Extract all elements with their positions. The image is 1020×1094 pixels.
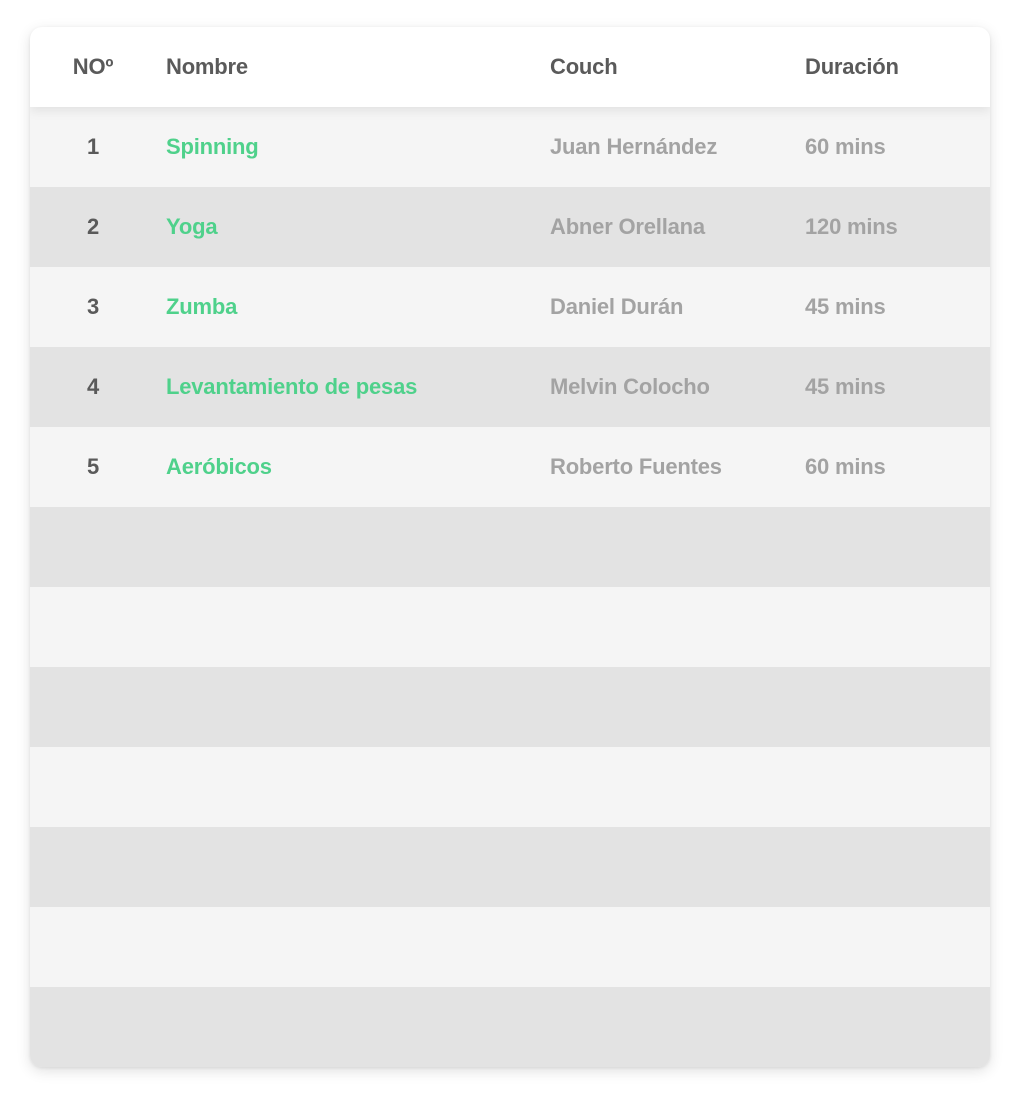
table-row[interactable]: 5 Aeróbicos Roberto Fuentes 60 mins <box>30 427 990 507</box>
row-coach: Abner Orellana <box>550 214 705 239</box>
table-row[interactable]: 1 Spinning Juan Hernández 60 mins <box>30 107 990 187</box>
empty-row <box>30 507 990 587</box>
row-number: 5 <box>86 454 100 479</box>
row-number: 3 <box>86 294 100 319</box>
header-number: NOº <box>72 54 114 79</box>
empty-row <box>30 667 990 747</box>
class-name-link[interactable]: Spinning <box>166 107 259 187</box>
empty-row <box>30 987 990 1067</box>
table-header: NOº Nombre Couch Duración <box>30 27 990 107</box>
row-coach: Daniel Durán <box>550 294 684 319</box>
class-name-link[interactable]: Yoga <box>166 187 218 267</box>
table-row[interactable]: 3 Zumba Daniel Durán 45 mins <box>30 267 990 347</box>
row-duration: 45 mins <box>805 374 886 399</box>
class-name-link[interactable]: Zumba <box>166 267 237 347</box>
empty-row <box>30 587 990 667</box>
empty-row <box>30 907 990 987</box>
class-name-link[interactable]: Aeróbicos <box>166 427 272 507</box>
row-duration: 60 mins <box>805 454 886 479</box>
row-duration: 120 mins <box>805 214 898 239</box>
header-duration: Duración <box>805 54 899 79</box>
header-coach: Couch <box>550 54 618 79</box>
row-duration: 60 mins <box>805 134 886 159</box>
empty-row <box>30 747 990 827</box>
empty-row <box>30 827 990 907</box>
table-row[interactable]: 4 Levantamiento de pesas Melvin Colocho … <box>30 347 990 427</box>
class-name-link[interactable]: Levantamiento de pesas <box>166 347 417 427</box>
row-coach: Roberto Fuentes <box>550 454 722 479</box>
row-coach: Juan Hernández <box>550 134 718 159</box>
row-number: 1 <box>86 134 100 159</box>
header-name: Nombre <box>166 54 248 79</box>
row-duration: 45 mins <box>805 294 886 319</box>
table-row[interactable]: 2 Yoga Abner Orellana 120 mins <box>30 187 990 267</box>
row-number: 2 <box>86 214 100 239</box>
row-number: 4 <box>86 374 100 399</box>
row-coach: Melvin Colocho <box>550 374 710 399</box>
classes-table: NOº Nombre Couch Duración 1 Spinning Jua… <box>30 27 990 1067</box>
